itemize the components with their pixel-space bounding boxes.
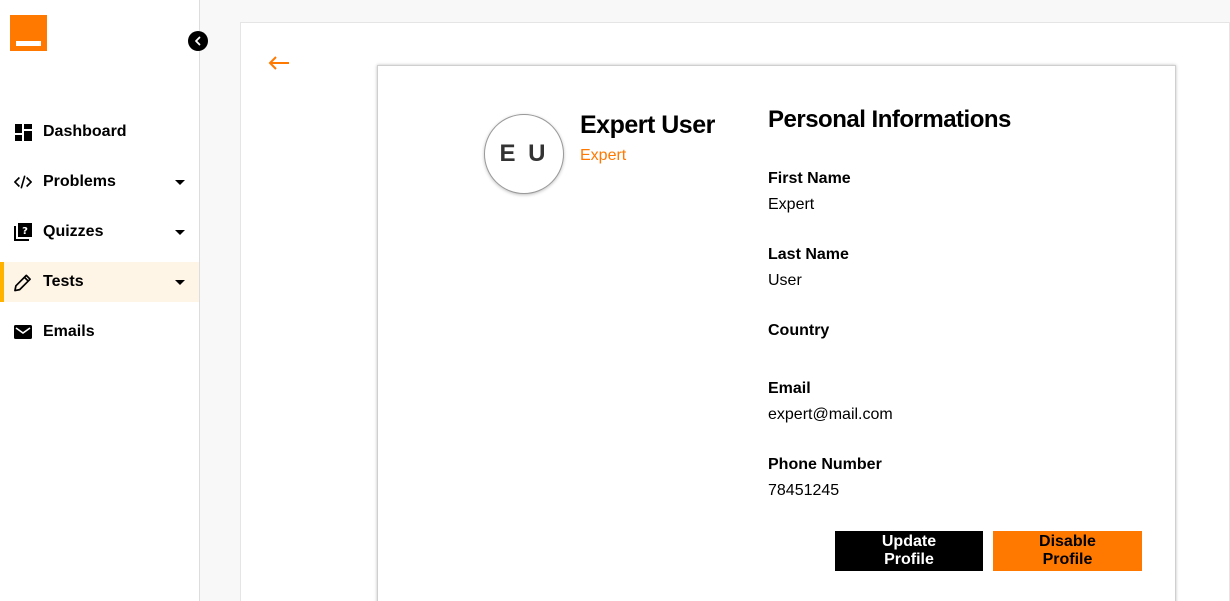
sidebar: Dashboard Problems ? Quizzes Tests Email… — [0, 0, 200, 601]
arrow-left-icon — [268, 56, 289, 70]
sidebar-item-emails[interactable]: Emails — [0, 312, 199, 352]
sidebar-item-label: Problems — [43, 173, 116, 190]
disable-profile-button[interactable]: Disable Profile — [993, 531, 1142, 571]
phone-number-value: 78451245 — [768, 482, 840, 499]
email-value: expert@mail.com — [768, 406, 893, 423]
sidebar-item-tests[interactable]: Tests — [0, 262, 199, 302]
app-root: Dashboard Problems ? Quizzes Tests Email… — [0, 0, 1230, 601]
first-name-label: First Name — [768, 170, 851, 187]
logo-bar — [16, 41, 41, 46]
user-role: Expert — [580, 147, 627, 164]
content-panel: E U Expert User Expert Personal Informat… — [240, 22, 1230, 601]
chevron-down-icon[interactable] — [175, 280, 185, 285]
personal-info-title: Personal Informations — [768, 106, 1011, 133]
dashboard-icon — [14, 123, 32, 141]
quiz-icon: ? — [14, 223, 32, 241]
sidebar-item-label: Emails — [43, 323, 95, 340]
sidebar-item-dashboard[interactable]: Dashboard — [0, 112, 199, 152]
collapse-sidebar-button[interactable] — [188, 31, 208, 51]
chevron-down-icon[interactable] — [175, 230, 185, 235]
sidebar-item-label: Dashboard — [43, 123, 127, 140]
chevron-left-icon — [195, 36, 201, 46]
sidebar-item-label: Quizzes — [43, 223, 104, 240]
first-name-value: Expert — [768, 196, 815, 213]
brand-logo[interactable] — [10, 15, 47, 51]
sidebar-item-label: Tests — [43, 273, 84, 290]
last-name-value: User — [768, 272, 802, 289]
sidebar-nav: Dashboard Problems ? Quizzes Tests Email… — [0, 112, 199, 362]
user-name: Expert User — [580, 111, 715, 139]
email-label: Email — [768, 380, 811, 397]
sidebar-item-problems[interactable]: Problems — [0, 162, 199, 202]
profile-card: E U Expert User Expert Personal Informat… — [377, 65, 1176, 601]
code-icon — [14, 173, 32, 191]
update-profile-button[interactable]: Update Profile — [835, 531, 983, 571]
pencil-icon — [14, 273, 32, 291]
avatar: E U — [484, 114, 564, 194]
back-button[interactable] — [267, 51, 291, 75]
mail-icon — [14, 323, 32, 341]
main-content: E U Expert User Expert Personal Informat… — [200, 0, 1230, 601]
chevron-down-icon[interactable] — [175, 180, 185, 185]
last-name-label: Last Name — [768, 246, 849, 263]
country-label: Country — [768, 322, 830, 339]
phone-number-label: Phone Number — [768, 456, 882, 473]
svg-text:?: ? — [22, 226, 28, 237]
sidebar-item-quizzes[interactable]: ? Quizzes — [0, 212, 199, 252]
